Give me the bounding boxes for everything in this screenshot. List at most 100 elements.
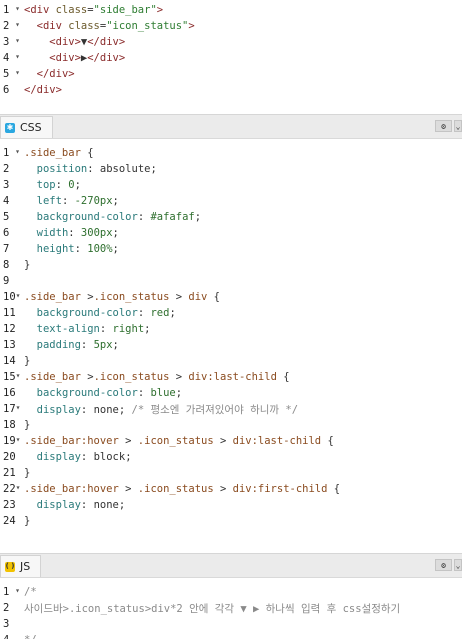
code-text: background-color: red; (36, 307, 176, 319)
code-line: 20 display: block; (0, 449, 462, 465)
code-line: 10 ▾ .side_bar >.icon_status > div { (0, 289, 462, 305)
code-text: <div class="side_bar"> (24, 4, 164, 16)
line-gutter: 10 ▾ (3, 291, 21, 303)
code-text: display: none; /* 평소엔 가려져있어야 하니까 */ (36, 403, 299, 416)
css-pane-actions: ⚙ ⌄ (435, 120, 462, 132)
code-text: */ (22, 634, 37, 639)
line-gutter: 4 (0, 634, 22, 639)
line-gutter: 5 (3, 211, 10, 223)
code-text: <div>▼</div> (49, 36, 126, 48)
code-line: 21 } (0, 465, 462, 481)
line-gutter: 17 ▾ (3, 403, 21, 415)
code-text: background-color: blue; (36, 387, 183, 399)
code-line: 4 ▾ <div>▶</div> (0, 50, 462, 66)
code-text: width: 300px; (36, 227, 119, 239)
code-line: 22 ▾ .side_bar:hover > .icon_status > div… (0, 481, 462, 497)
code-text: .side_bar >.icon_status > div { (24, 291, 221, 303)
code-text: position: absolute; (36, 163, 157, 175)
line-gutter: 2 ▾ (3, 20, 20, 32)
line-gutter: 1 ▾ (3, 586, 20, 598)
line-gutter: 13 (3, 339, 16, 351)
line-gutter: 7 (3, 243, 10, 255)
code-text: background-color: #afafaf; (36, 211, 202, 223)
code-line: 24 } (0, 513, 462, 529)
code-text: left: -270px; (36, 195, 119, 207)
code-line: 2 ▾ <div class="icon_status"> (0, 18, 462, 34)
gear-icon[interactable]: ⚙ (435, 559, 452, 571)
code-line: 1 ▾ /* (0, 584, 462, 600)
code-line: 4 left: -270px; (0, 193, 462, 209)
code-line: 3 (0, 616, 462, 632)
code-line: 5 background-color: #afafaf; (0, 209, 462, 225)
code-text: .side_bar:hover > .icon_status > div:fir… (24, 483, 341, 495)
line-gutter: 1 ▾ (3, 147, 20, 159)
line-gutter: 12 (3, 323, 16, 335)
code-line: 14 } (0, 353, 462, 369)
fold-arrow-icon[interactable]: ▾ (15, 20, 20, 32)
code-line: 5 ▾ </div> (0, 66, 462, 82)
code-line: 19 ▾ .side_bar:hover > .icon_status > div… (0, 433, 462, 449)
line-gutter: 21 (3, 467, 16, 479)
code-line: 13 padding: 5px; (0, 337, 462, 353)
line-gutter: 22 ▾ (3, 483, 21, 495)
code-text: <div>▶</div> (49, 52, 126, 64)
line-gutter: 3 (3, 179, 10, 191)
css-tab[interactable]: ✱ CSS (0, 116, 53, 138)
css-tab-label: CSS (20, 121, 42, 134)
line-gutter: 23 (3, 499, 16, 511)
code-line: 8 } (0, 257, 462, 273)
line-gutter: 4 ▾ (3, 52, 20, 64)
code-text: } (24, 419, 31, 431)
code-text: .side_bar >.icon_status > div:last-child… (24, 371, 290, 383)
fold-arrow-icon[interactable]: ▾ (15, 52, 20, 64)
code-line: 6 </div> (0, 82, 462, 98)
fold-arrow-icon[interactable]: ▾ (16, 291, 21, 303)
line-gutter: 6 (3, 84, 10, 96)
code-text: display: block; (36, 451, 132, 463)
html-editor[interactable]: 1 ▾ <div class="side_bar"> 2 ▾ <div class=… (0, 0, 462, 114)
code-text: height: 100%; (36, 243, 119, 255)
code-line: 11 background-color: red; (0, 305, 462, 321)
fold-arrow-icon[interactable]: ▾ (15, 4, 20, 16)
code-line: 9 (0, 273, 462, 289)
code-text: 사이드바>.icon_status>div*2 안에 각각 ▼ ▶ 하나씩 입력… (24, 602, 401, 615)
fold-arrow-icon[interactable]: ▾ (16, 483, 21, 495)
js-pane-header: ( ) JS ⚙ ⌄ (0, 553, 462, 578)
code-text: } (24, 515, 31, 527)
css-icon: ✱ (5, 122, 15, 133)
code-line: 12 text-align: right; (0, 321, 462, 337)
code-line: 2 position: absolute; (0, 161, 462, 177)
fold-arrow-icon[interactable]: ▾ (16, 403, 21, 415)
fold-arrow-icon[interactable]: ▾ (16, 435, 21, 447)
line-gutter: 16 (3, 387, 16, 399)
code-text: } (24, 467, 31, 479)
code-text: .side_bar { (24, 147, 94, 159)
fold-arrow-icon[interactable]: ▾ (15, 147, 20, 159)
code-line: 6 width: 300px; (0, 225, 462, 241)
chevron-down-icon[interactable]: ⌄ (454, 559, 462, 571)
line-gutter: 8 (3, 259, 10, 271)
line-gutter: 4 (3, 195, 10, 207)
gear-icon[interactable]: ⚙ (435, 120, 452, 132)
js-tab[interactable]: ( ) JS (0, 555, 42, 577)
fold-arrow-icon[interactable]: ▾ (15, 36, 20, 48)
line-gutter: 1 ▾ (3, 4, 20, 16)
js-icon: ( ) (5, 561, 15, 572)
fold-arrow-icon[interactable]: ▾ (15, 586, 20, 598)
css-pane-header: ✱ CSS ⚙ ⌄ (0, 114, 462, 139)
code-text: <div class="icon_status"> (36, 20, 195, 32)
code-text: /* (24, 586, 37, 598)
fold-arrow-icon[interactable]: ▾ (15, 68, 20, 80)
css-editor[interactable]: 1 ▾ .side_bar { 2 position: absolute; 3 t… (0, 139, 462, 553)
code-line: 2 사이드바>.icon_status>div*2 안에 각각 ▼ ▶ 하나씩 … (0, 600, 462, 616)
fold-arrow-icon[interactable]: ▾ (16, 371, 21, 383)
code-line: 3 top: 0; (0, 177, 462, 193)
js-editor[interactable]: 1 ▾ /* 2 사이드바>.icon_status>div*2 안에 각각 ▼ … (0, 578, 462, 639)
line-gutter: 5 ▾ (3, 68, 20, 80)
line-gutter: 6 (3, 227, 10, 239)
code-text: padding: 5px; (36, 339, 119, 351)
line-gutter: 2 (3, 602, 10, 614)
code-text: .side_bar:hover > .icon_status > div:las… (24, 435, 334, 447)
chevron-down-icon[interactable]: ⌄ (454, 120, 462, 132)
code-line: 17 ▾ display: none; /* 평소엔 가려져있어야 하니까 */ (0, 401, 462, 417)
